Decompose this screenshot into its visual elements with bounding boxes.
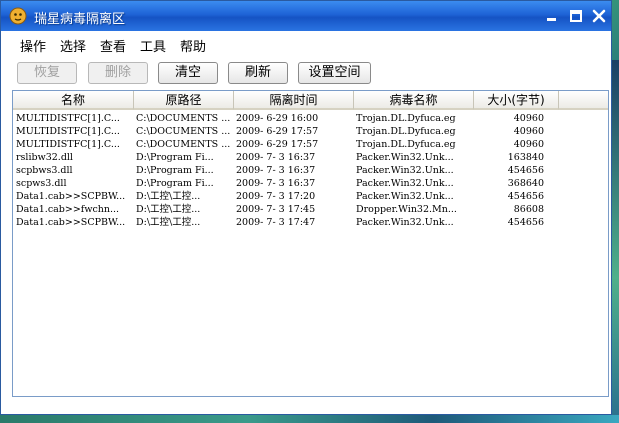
cell-size: 40960 <box>513 126 544 137</box>
cell-size: 40960 <box>513 139 544 150</box>
close-icon[interactable] <box>592 9 606 23</box>
menu-select[interactable]: 选择 <box>60 36 86 55</box>
restore-button[interactable]: 恢复 <box>17 62 77 84</box>
cell-quarantine-time: 2009- 7- 3 16:37 <box>236 178 316 189</box>
cell-original-path: D:\工控\工控... <box>136 191 201 202</box>
cell-quarantine-time: 2009- 7- 3 16:37 <box>236 165 316 176</box>
menu-bar: 操作 选择 查看 工具 帮助 <box>1 31 611 55</box>
cell-size: 86608 <box>513 204 544 215</box>
cell-name: MULTIDISTFC[1].C... <box>16 139 120 150</box>
cell-virus-name: Packer.Win32.Unk... <box>356 165 454 176</box>
refresh-button[interactable]: 刷新 <box>228 62 288 84</box>
cell-virus-name: Trojan.DL.Dyfuca.eg <box>356 139 456 150</box>
table-row[interactable]: MULTIDISTFC[1].C... C:\DOCUMENTS ... 2009-… <box>13 138 608 151</box>
menu-help[interactable]: 帮助 <box>180 36 206 55</box>
cell-original-path: C:\DOCUMENTS ... <box>136 113 231 124</box>
cell-size: 163840 <box>507 152 544 163</box>
cell-virus-name: Trojan.DL.Dyfuca.eg <box>356 126 456 137</box>
cell-size: 454656 <box>507 217 544 228</box>
cell-quarantine-time: 2009- 6-29 17:57 <box>236 126 319 137</box>
table-row[interactable]: scpbws3.dll D:\Program Fi... 2009- 7- 3 16… <box>13 164 608 177</box>
cell-original-path: C:\DOCUMENTS ... <box>136 126 231 137</box>
cell-quarantine-time: 2009- 6-29 17:57 <box>236 139 319 150</box>
table-row[interactable]: MULTIDISTFC[1].C... C:\DOCUMENTS ... 2009-… <box>13 125 608 138</box>
quarantine-window: 瑞星病毒隔离区 操作 选择 查看 工具 帮助 恢复 删除 清空 刷新 设置空间 … <box>0 0 612 415</box>
maximize-icon[interactable] <box>569 9 583 23</box>
cell-quarantine-time: 2009- 7- 3 17:45 <box>236 204 316 215</box>
cell-virus-name: Packer.Win32.Unk... <box>356 191 454 202</box>
cell-name: scpws3.dll <box>16 178 67 189</box>
table-row[interactable]: Data1.cab>>fwchn... D:\工控\工控... 2009- 7- 3… <box>13 203 608 216</box>
cell-quarantine-time: 2009- 7- 3 17:20 <box>236 191 316 202</box>
title-bar[interactable]: 瑞星病毒隔离区 <box>1 1 611 31</box>
clear-button[interactable]: 清空 <box>158 62 218 84</box>
table-row[interactable]: Data1.cab>>SCPBW... D:\工控\工控... 2009- 7- 3… <box>13 190 608 203</box>
desktop-background-bottom <box>0 415 619 423</box>
cell-original-path: D:\工控\工控... <box>136 217 201 228</box>
column-header-quarantine-time[interactable]: 隔离时间 <box>234 91 354 110</box>
column-header-original-path[interactable]: 原路径 <box>134 91 234 110</box>
menu-tools[interactable]: 工具 <box>140 36 166 55</box>
desktop-background-right <box>612 60 619 423</box>
cell-virus-name: Packer.Win32.Unk... <box>356 217 454 228</box>
cell-quarantine-time: 2009- 7- 3 16:37 <box>236 152 316 163</box>
cell-virus-name: Packer.Win32.Unk... <box>356 152 454 163</box>
cell-name: Data1.cab>>fwchn... <box>16 204 120 215</box>
minimize-icon[interactable] <box>545 9 559 23</box>
cell-size: 368640 <box>507 178 544 189</box>
cell-original-path: D:\Program Fi... <box>136 178 214 189</box>
cell-name: Data1.cab>>SCPBW... <box>16 191 126 202</box>
delete-button[interactable]: 删除 <box>88 62 148 84</box>
cell-original-path: D:\Program Fi... <box>136 165 214 176</box>
table-row[interactable]: rslibw32.dll D:\Program Fi... 2009- 7- 3 1… <box>13 151 608 164</box>
cell-quarantine-time: 2009- 6-29 16:00 <box>236 113 319 124</box>
cell-name: Data1.cab>>SCPBW... <box>16 217 126 228</box>
rising-lion-icon <box>9 7 27 25</box>
cell-quarantine-time: 2009- 7- 3 17:47 <box>236 217 316 228</box>
cell-size: 454656 <box>507 165 544 176</box>
column-header-filler <box>559 91 608 110</box>
cell-virus-name: Packer.Win32.Unk... <box>356 178 454 189</box>
column-header-name[interactable]: 名称 <box>13 91 134 110</box>
cell-virus-name: Dropper.Win32.Mn... <box>356 204 457 215</box>
cell-name: MULTIDISTFC[1].C... <box>16 126 120 137</box>
column-header-size[interactable]: 大小(字节) <box>474 91 559 110</box>
cell-virus-name: Trojan.DL.Dyfuca.eg <box>356 113 456 124</box>
table-row[interactable]: scpws3.dll D:\Program Fi... 2009- 7- 3 16:… <box>13 177 608 190</box>
menu-view[interactable]: 查看 <box>100 36 126 55</box>
quarantine-list[interactable]: 名称 原路径 隔离时间 病毒名称 大小(字节) MULTIDISTFC[1].C… <box>12 90 609 397</box>
table-row[interactable]: MULTIDISTFC[1].C... C:\DOCUMENTS ... 2009-… <box>13 112 608 125</box>
cell-original-path: D:\工控\工控... <box>136 204 201 215</box>
column-header-virus-name[interactable]: 病毒名称 <box>354 91 474 110</box>
cell-size: 454656 <box>507 191 544 202</box>
menu-operate[interactable]: 操作 <box>20 36 46 55</box>
set-space-button[interactable]: 设置空间 <box>298 62 371 84</box>
window-title: 瑞星病毒隔离区 <box>34 12 126 27</box>
cell-name: scpbws3.dll <box>16 165 73 176</box>
cell-size: 40960 <box>513 113 544 124</box>
cell-original-path: C:\DOCUMENTS ... <box>136 139 231 150</box>
cell-name: rslibw32.dll <box>16 152 73 163</box>
cell-name: MULTIDISTFC[1].C... <box>16 113 120 124</box>
table-row[interactable]: Data1.cab>>SCPBW... D:\工控\工控... 2009- 7- 3… <box>13 216 608 229</box>
cell-original-path: D:\Program Fi... <box>136 152 214 163</box>
